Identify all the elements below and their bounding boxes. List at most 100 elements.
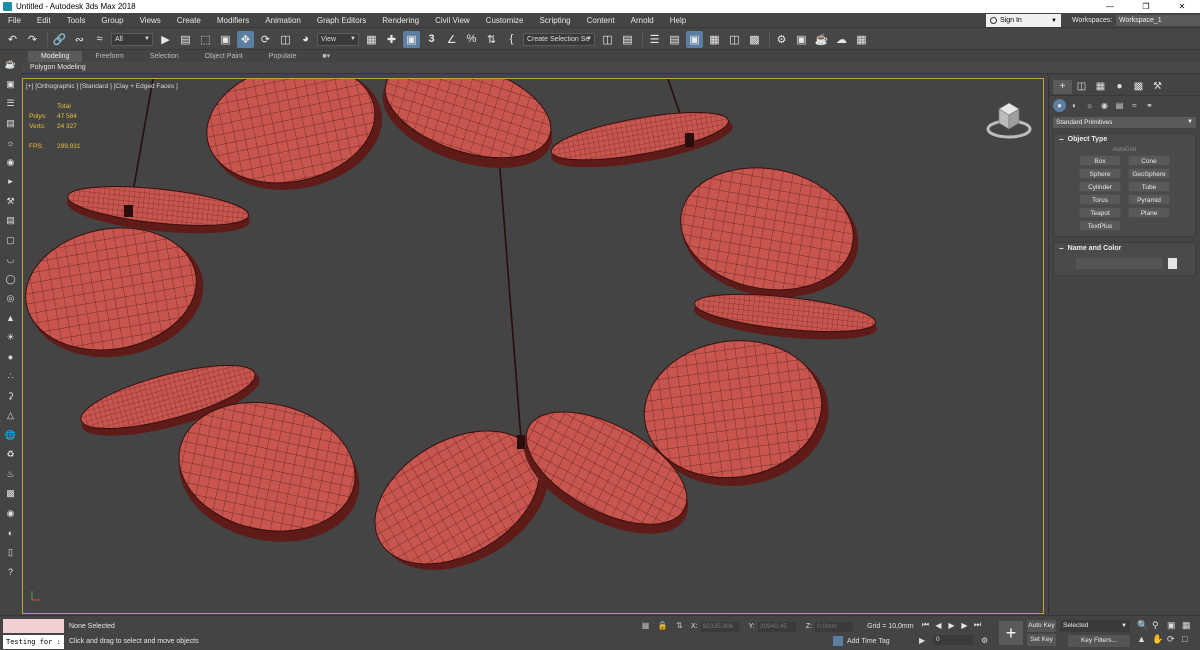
snaps-toggle-icon[interactable]: 3 — [423, 31, 440, 48]
scene-explorer-icon[interactable]: ☰ — [646, 31, 663, 48]
tab-freeform[interactable]: Freeform — [82, 51, 136, 62]
maximize-button[interactable]: ❒ — [1128, 0, 1164, 13]
magnet-icon[interactable]: ⚳ — [3, 389, 18, 404]
menu-rendering[interactable]: Rendering — [374, 13, 427, 28]
previous-frame-icon[interactable]: ◀ — [932, 621, 945, 630]
sun-icon[interactable]: ☀ — [3, 330, 18, 345]
select-rotate-icon[interactable]: ⟳ — [257, 31, 274, 48]
geometry-icon[interactable]: ● — [1053, 98, 1066, 112]
polygon-modeling-panel-label[interactable]: Polygon Modeling — [30, 62, 86, 74]
texture-icon[interactable]: ▩ — [3, 486, 18, 501]
current-frame-field[interactable]: 0 — [933, 635, 973, 645]
toolbox-icon[interactable]: ▤ — [3, 213, 18, 228]
ribbon-toggle-icon[interactable]: ▣ — [686, 30, 703, 48]
select-manipulate-icon[interactable]: ✚ — [383, 31, 400, 48]
unlink-icon[interactable]: ∾ — [71, 31, 88, 48]
maxscript-listener[interactable]: Testing for : — [3, 619, 64, 649]
render-setup-icon[interactable]: ⚙ — [773, 31, 790, 48]
select-move-icon[interactable]: ✥ — [237, 30, 254, 48]
menu-civil-view[interactable]: Civil View — [427, 13, 478, 28]
menu-views[interactable]: Views — [132, 13, 169, 28]
x-coordinate-field[interactable]: 92335,906 — [700, 621, 739, 632]
pivot-center-icon[interactable]: ▦ — [363, 31, 380, 48]
modify-tab-icon[interactable]: ◫ — [1072, 80, 1091, 94]
globe-icon[interactable]: 🌐 — [3, 428, 18, 443]
layer-explorer-icon[interactable]: ▤ — [666, 31, 683, 48]
align-icon[interactable]: ▤ — [619, 31, 636, 48]
maxscript-output[interactable] — [3, 619, 64, 633]
selection-filter-dropdown[interactable]: All ▼ — [111, 32, 153, 46]
box-button[interactable]: Box — [1079, 155, 1121, 166]
layer-icon[interactable]: ▤ — [3, 116, 18, 131]
set-key-button[interactable]: + — [999, 621, 1023, 645]
redo-icon[interactable]: ↷ — [24, 31, 41, 48]
edit-named-selection-icon[interactable]: { — [503, 31, 520, 48]
sphere-button[interactable]: Sphere — [1079, 168, 1121, 179]
menu-modifiers[interactable]: Modifiers — [209, 13, 257, 28]
material-editor-icon[interactable]: ▩ — [746, 31, 763, 48]
y-coordinate-field[interactable]: 20940,45 — [757, 621, 796, 632]
speaker-icon[interactable]: ▸ — [3, 174, 18, 189]
viewport-layout-icon[interactable]: ▣ — [3, 77, 18, 92]
a360-gallery-icon[interactable]: ▦ — [853, 31, 870, 48]
tube-button[interactable]: Tube — [1128, 181, 1170, 192]
key-filters-button[interactable]: Key Filters... — [1068, 635, 1130, 647]
perspective-viewport[interactable]: [+] [Orthographic ] [Standard ] [Clay + … — [22, 78, 1044, 614]
menu-scripting[interactable]: Scripting — [531, 13, 578, 28]
textplus-button[interactable]: TextPlus — [1079, 220, 1121, 231]
zoom-extents-all-icon[interactable]: ▦ — [1182, 620, 1197, 631]
tab-selection[interactable]: Selection — [137, 51, 192, 62]
utilities-tab-icon[interactable]: ⚒ — [1148, 80, 1167, 94]
bind-space-warp-icon[interactable]: ≈ — [91, 31, 108, 48]
spinner-snap-icon[interactable]: ⇅ — [483, 31, 500, 48]
viewcube-icon[interactable] — [986, 97, 1032, 141]
shapes-icon[interactable]: ◐ — [1068, 99, 1081, 112]
menu-animation[interactable]: Animation — [257, 13, 309, 28]
set-key-mode-button[interactable]: Set Key — [1027, 634, 1056, 646]
cameras-icon[interactable]: ◉ — [1098, 99, 1111, 112]
motion-tab-icon[interactable]: ● — [1110, 80, 1129, 94]
menu-create[interactable]: Create — [169, 13, 209, 28]
select-by-name-icon[interactable]: ▤ — [177, 31, 194, 48]
time-config-icon[interactable]: ⚙ — [981, 636, 991, 645]
keyboard-shortcut-override-icon[interactable]: ▣ — [403, 30, 420, 48]
select-object-icon[interactable]: ▶ — [157, 31, 174, 48]
add-time-tag[interactable]: Add Time Tag — [833, 636, 890, 646]
help-icon[interactable]: ? — [3, 564, 18, 579]
hemisphere-icon[interactable]: ◡ — [3, 252, 18, 267]
angle-snap-icon[interactable]: ∠ — [443, 31, 460, 48]
pan-icon[interactable]: ✋ — [1152, 634, 1167, 645]
menu-edit[interactable]: Edit — [29, 13, 59, 28]
menu-arnold[interactable]: Arnold — [623, 13, 662, 28]
mirror-icon[interactable]: ◫ — [599, 31, 616, 48]
helpers-icon[interactable]: ▤ — [1113, 99, 1126, 112]
name-and-color-header[interactable]: − Name and Color — [1054, 243, 1195, 255]
scene-explorer-icon[interactable]: ☰ — [3, 96, 18, 111]
object-color-swatch[interactable] — [1168, 258, 1177, 269]
light-bulb-icon[interactable]: ☼ — [3, 135, 18, 150]
reference-coordinate-dropdown[interactable]: View ▼ — [317, 32, 359, 46]
pyramid-button[interactable]: Pyramid — [1128, 194, 1170, 205]
plane-button[interactable]: Plane — [1128, 207, 1170, 218]
hierarchy-tab-icon[interactable]: ▦ — [1091, 80, 1110, 94]
menu-file[interactable]: File — [0, 13, 29, 28]
named-selection-sets-dropdown[interactable]: Create Selection Se ▼ — [523, 32, 595, 46]
scene-canvas[interactable] — [23, 79, 1044, 614]
key-mode-icon[interactable]: ▶ — [919, 636, 929, 645]
particle-icon[interactable]: ∴ — [3, 369, 18, 384]
auto-key-button[interactable]: Auto Key — [1027, 620, 1056, 632]
window-crossing-icon[interactable]: ▣ — [217, 31, 234, 48]
close-button[interactable]: ✕ — [1164, 0, 1200, 13]
z-coordinate-field[interactable]: 0,0mm — [815, 621, 854, 632]
torus-icon[interactable]: ◎ — [3, 291, 18, 306]
zoom-extents-icon[interactable]: ▣ — [1167, 620, 1182, 631]
pyramid-icon[interactable]: △ — [3, 408, 18, 423]
menu-tools[interactable]: Tools — [59, 13, 94, 28]
orbit-icon[interactable]: ⟳ — [1167, 634, 1182, 645]
teapot-icon[interactable]: ☕ — [3, 57, 18, 72]
object-name-input[interactable] — [1076, 258, 1162, 269]
cone-button[interactable]: Cone — [1128, 155, 1170, 166]
rectangular-selection-icon[interactable]: ⬚ — [197, 31, 214, 48]
primitive-category-dropdown[interactable]: Standard Primitives ▼ — [1053, 117, 1196, 128]
field-of-view-icon[interactable]: ▲ — [1137, 634, 1152, 645]
